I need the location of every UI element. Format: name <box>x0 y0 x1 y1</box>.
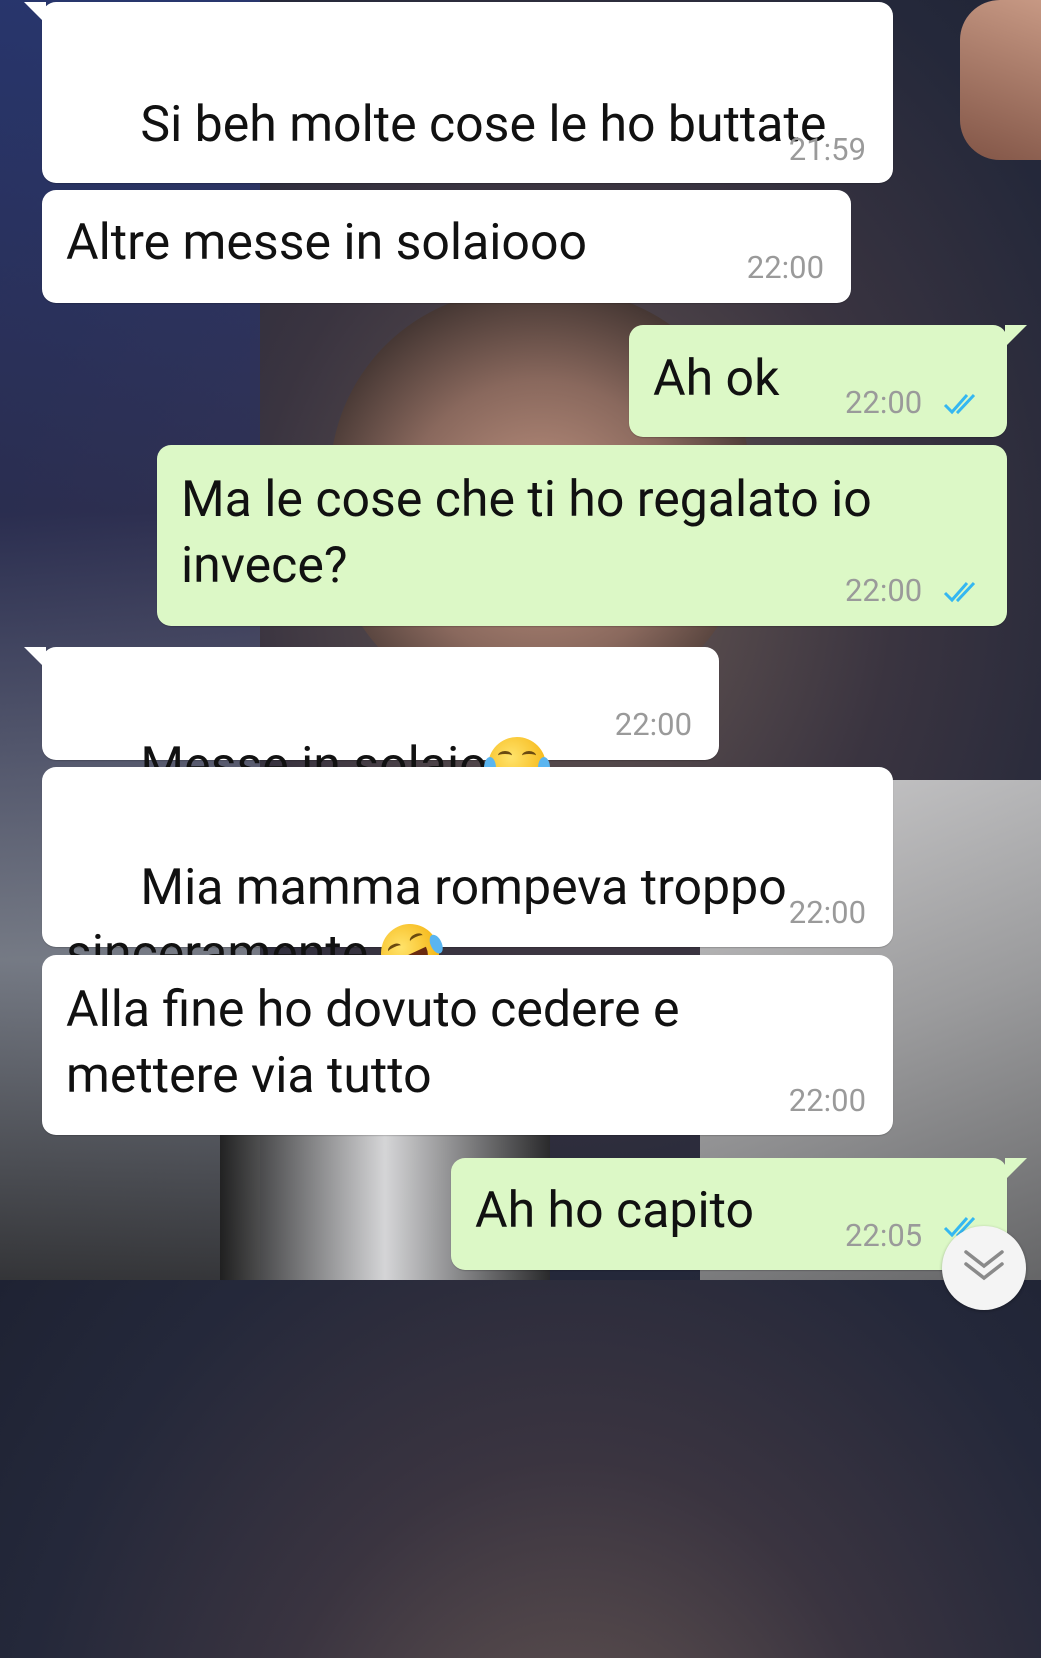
message-timestamp: 22:00 <box>788 894 866 931</box>
message-timestamp: 22:00 <box>746 249 824 286</box>
double-chevron-down-icon <box>964 1250 1004 1281</box>
message-text: Alla fine ho dovuto cedere e mettere via… <box>66 981 680 1105</box>
message-timestamp: 22:00 <box>845 384 923 421</box>
message-timestamp: 21:59 <box>788 131 866 168</box>
message-text: Ma le cose che ti ho regalato io invece? <box>181 471 872 595</box>
message-bubble-outgoing[interactable]: Ah ho capito 22:05 <box>451 1158 1027 1270</box>
message-timestamp: 22:00 <box>788 1082 866 1119</box>
read-receipt-icon <box>943 581 976 603</box>
message-list[interactable]: Si beh molte cose le ho buttate 21:59 Al… <box>0 0 1041 1280</box>
message-bubble-incoming[interactable]: Mia mamma rompeva troppo sinceramente 22… <box>42 767 893 992</box>
message-timestamp: 22:00 <box>845 572 923 609</box>
scroll-to-bottom-button[interactable] <box>942 1226 1026 1310</box>
message-text: Altre messe in solaiooo <box>66 214 587 272</box>
message-timestamp: 22:05 <box>845 1217 923 1254</box>
message-bubble-outgoing[interactable]: Ma le cose che ti ho regalato io invece?… <box>157 445 1007 626</box>
read-receipt-icon <box>943 393 976 415</box>
message-bubble-incoming[interactable]: Messe in solaio 22:00 <box>24 647 719 795</box>
message-bubble-incoming[interactable]: Altre messe in solaiooo 22:00 <box>42 190 851 303</box>
message-bubble-outgoing[interactable]: Ah ok 22:00 <box>629 325 1027 437</box>
message-bubble-incoming[interactable]: Si beh molte cose le ho buttate 21:59 <box>24 2 893 292</box>
message-bubble-incoming[interactable]: Alla fine ho dovuto cedere e mettere via… <box>42 955 893 1135</box>
message-timestamp: 22:00 <box>614 706 692 743</box>
message-text: Ah ok <box>653 350 780 408</box>
message-text: Ah ho capito <box>475 1182 755 1240</box>
